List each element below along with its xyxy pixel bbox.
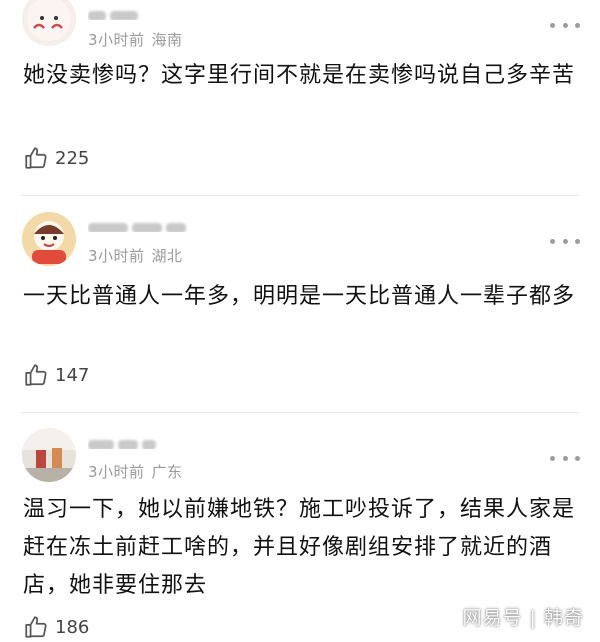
like-button[interactable]: 225	[23, 145, 89, 171]
username-blurred	[88, 6, 198, 20]
comment-text: 一天比普通人一年多，明明是一天比普通人一辈子都多	[23, 284, 576, 309]
comment-meta: 3小时前 湖北	[88, 245, 183, 266]
comment-list: 3小时前 海南 她没卖惨吗？这字里行间不就是在卖惨吗说自己多辛苦 225 3小时…	[0, 0, 600, 642]
username-blurred	[88, 218, 198, 232]
comment-time: 3小时前	[88, 31, 145, 49]
avatar[interactable]	[22, 0, 76, 46]
cartoon-face-avatar-icon	[22, 0, 76, 46]
like-count: 225	[55, 147, 90, 169]
photo-avatar-icon	[22, 428, 76, 482]
avatar[interactable]	[22, 428, 76, 482]
comment-meta: 3小时前 广东	[88, 461, 183, 482]
comment-location: 湖北	[151, 247, 183, 265]
thumbs-up-icon	[25, 147, 47, 169]
avatar[interactable]	[22, 212, 76, 266]
like-button[interactable]: 147	[23, 362, 89, 388]
more-options-icon[interactable]	[550, 234, 580, 248]
comment-time: 3小时前	[88, 247, 145, 265]
comment-location: 海南	[151, 31, 183, 49]
like-count: 147	[55, 364, 90, 386]
username-blurred	[88, 435, 198, 449]
watermark: 网易号 | 韩奇	[462, 607, 584, 629]
cartoon-character-avatar-icon	[22, 212, 76, 266]
thumbs-up-icon	[25, 364, 47, 386]
more-options-icon[interactable]	[550, 18, 580, 32]
comment-time: 3小时前	[88, 463, 145, 481]
comment-text: 温习一下，她以前嫌地铁？施工吵投诉了，结果人家是赶在冻土前赶工啥的，并且好像剧组…	[23, 497, 576, 598]
comment-meta: 3小时前 海南	[88, 29, 183, 50]
thumbs-up-icon	[25, 616, 47, 638]
like-count: 186	[55, 616, 90, 638]
comment-item: 3小时前 海南 她没卖惨吗？这字里行间不就是在卖惨吗说自己多辛苦 225	[0, 0, 600, 196]
more-options-icon[interactable]	[550, 451, 580, 465]
comment-item: 3小时前 湖北 一天比普通人一年多，明明是一天比普通人一辈子都多 147	[0, 196, 600, 413]
comment-text: 她没卖惨吗？这字里行间不就是在卖惨吗说自己多辛苦	[23, 63, 576, 88]
like-button[interactable]: 186	[23, 614, 89, 640]
comment-location: 广东	[151, 463, 183, 481]
